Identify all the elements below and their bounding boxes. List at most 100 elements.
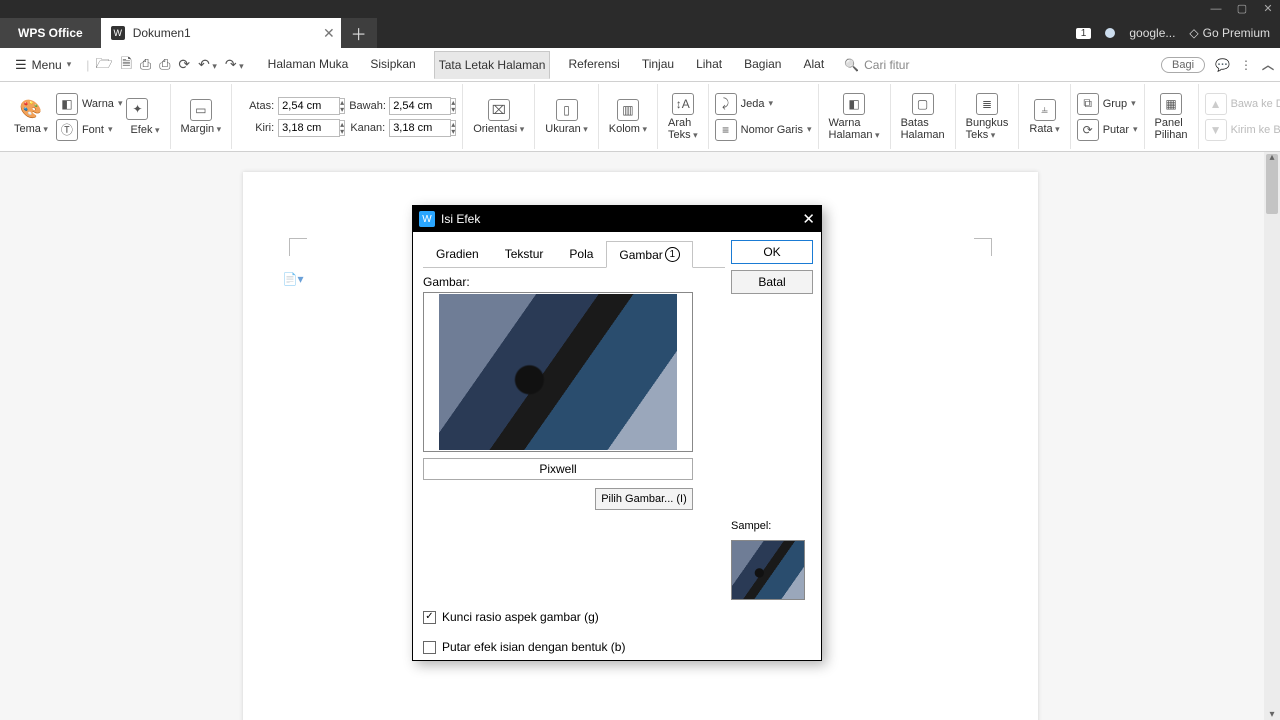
left-margin-stepper[interactable]: ▴▾ [340,120,345,136]
dialog-app-icon: W [419,211,435,227]
search-icon [844,58,859,72]
scrollbar-thumb[interactable] [1266,154,1278,214]
send-backward-button: ▼Kirim ke Ba [1205,119,1280,141]
search-input[interactable]: Cari fitur [864,58,909,72]
dialog-tabs: Gradien Tekstur Pola Gambar 1 [423,240,725,268]
right-margin-input[interactable] [389,119,451,137]
close-tab-button[interactable]: ✕ [323,25,335,42]
picture-label: Gambar: [423,275,725,289]
lock-aspect-checkbox[interactable]: ✓ [423,611,436,624]
font-icon: Ⓣ [56,119,78,141]
account-label[interactable]: google... [1129,26,1175,40]
ribbon-tab-view[interactable]: Lihat [692,51,726,79]
page-color-button[interactable]: ◧Warna Halaman [825,93,884,141]
document-title: Dokumen1 [133,26,191,40]
effects-button[interactable]: Efek [126,124,163,136]
dialog-close-button[interactable]: ✕ [802,210,815,228]
wrap-text-button[interactable]: ≣Bungkus Teks [962,93,1013,141]
picture-name-field[interactable]: Pixwell [423,458,693,480]
bottom-margin-input[interactable] [389,97,451,115]
left-margin-input[interactable] [278,119,340,137]
align-icon: ⫨ [1034,99,1056,121]
break-icon: ⤸ [715,93,737,115]
top-margin-input[interactable] [278,97,340,115]
go-premium-button[interactable]: Go Premium [1189,26,1270,40]
bottom-margin-stepper[interactable]: ▴▾ [451,98,456,114]
more-icon[interactable]: ⋮ [1240,58,1252,72]
line-number-icon: ≡ [715,119,737,141]
page-size-icon: ▯ [556,99,578,121]
collapse-ribbon-button[interactable] [1262,56,1274,73]
restore-button[interactable]: ▢ [1236,3,1248,15]
text-direction-button[interactable]: ↕AArah Teks [664,93,702,141]
breaks-button[interactable]: ⤸Jeda [715,93,773,115]
group-icon: ⧉ [1077,93,1099,115]
wrap-text-icon: ≣ [976,93,998,115]
text-direction-icon: ↕A [672,93,694,115]
dialog-titlebar[interactable]: W Isi Efek ✕ [413,206,821,232]
group-button[interactable]: ⧉Grup [1077,93,1136,115]
ribbon-tab-references[interactable]: Referensi [564,51,623,79]
vertical-scrollbar[interactable]: ▴ ▾ [1264,152,1280,720]
page-border-button[interactable]: ▢Batas Halaman [897,93,949,141]
print-preview-icon[interactable]: ⎙ [159,56,170,73]
ribbon-tab-tools[interactable]: Alat [799,51,828,79]
orientation-button[interactable]: ⌧Orientasi [469,99,528,135]
right-margin-label: Kanan: [349,122,389,134]
bring-forward-icon: ▲ [1205,93,1227,115]
fonts-button[interactable]: ⓉFont [56,119,113,141]
ribbon-tab-section[interactable]: Bagian [740,51,785,79]
rotate-fill-checkbox[interactable] [423,641,436,654]
new-tab-button[interactable]: ＋ [341,18,377,48]
minimize-button[interactable]: — [1210,3,1222,15]
open-icon[interactable]: 🗁 [95,53,112,77]
select-picture-button[interactable]: Pilih Gambar... (I) [595,488,693,510]
columns-button[interactable]: ▥Kolom [605,99,651,135]
color-swatches-icon: ◧ [56,93,78,115]
refresh-icon[interactable]: ⟳ [178,56,190,73]
ribbon-tab-review[interactable]: Tinjau [638,51,678,79]
scroll-down-button[interactable]: ▾ [1264,709,1280,720]
sparkle-icon: ✦ [126,98,148,120]
share-button[interactable]: Bagi [1161,57,1205,73]
themes-button[interactable]: 🎨 Tema [10,99,52,135]
ribbon-page-layout: 🎨 Tema ◧Warna ⓉFont ✦ Efek ▭ Margin Atas… [0,82,1280,152]
cancel-button[interactable]: Batal [731,270,813,294]
align-button[interactable]: ⫨Rata [1025,99,1063,135]
margin-button[interactable]: ▭ Margin [177,99,226,135]
scroll-up-button[interactable]: ▴ [1264,152,1280,163]
top-margin-stepper[interactable]: ▴▾ [340,98,345,114]
notification-badge[interactable]: 1 [1076,28,1092,39]
undo-button[interactable]: ↶ [198,56,217,73]
right-margin-stepper[interactable]: ▴▾ [451,120,456,136]
rotate-icon: ⟳ [1077,119,1099,141]
dialog-tab-pattern[interactable]: Pola [556,240,606,267]
rotate-button[interactable]: ⟳Putar [1077,119,1138,141]
dialog-tab-picture[interactable]: Gambar 1 [606,241,692,268]
print-icon[interactable]: ⎙ [140,56,151,73]
chat-icon[interactable]: 💬 [1215,58,1230,72]
account-avatar-icon[interactable] [1105,28,1115,38]
paragraph-mark-icon[interactable]: 📄▾ [283,272,304,286]
ribbon-tab-insert[interactable]: Sisipkan [366,51,419,79]
app-tab[interactable]: WPS Office [0,18,101,48]
redo-button[interactable]: ↷ [225,56,244,73]
page-border-icon: ▢ [912,93,934,115]
selection-pane-button[interactable]: ▦Panel Pilihan [1151,93,1192,141]
ok-button[interactable]: OK [731,240,813,264]
save-icon[interactable]: 🗎 [121,53,132,77]
ribbon-tab-page-layout[interactable]: Tata Letak Halaman [434,51,551,79]
preview-image [439,294,677,450]
columns-icon: ▥ [617,99,639,121]
line-numbers-button[interactable]: ≡Nomor Garis [715,119,812,141]
left-margin-label: Kiri: [238,122,278,134]
ribbon-tab-home[interactable]: Halaman Muka [264,51,353,79]
size-button[interactable]: ▯Ukuran [541,99,592,135]
close-window-button[interactable]: ✕ [1262,3,1274,15]
dialog-tab-gradient[interactable]: Gradien [423,240,492,267]
colors-button[interactable]: ◧Warna [56,93,123,115]
main-menu-button[interactable]: Menu [6,52,80,78]
fill-effects-dialog: W Isi Efek ✕ Gradien Tekstur Pola Gambar… [412,205,822,661]
dialog-tab-texture[interactable]: Tekstur [492,240,557,267]
document-tab[interactable]: W Dokumen1 ✕ [101,18,341,48]
